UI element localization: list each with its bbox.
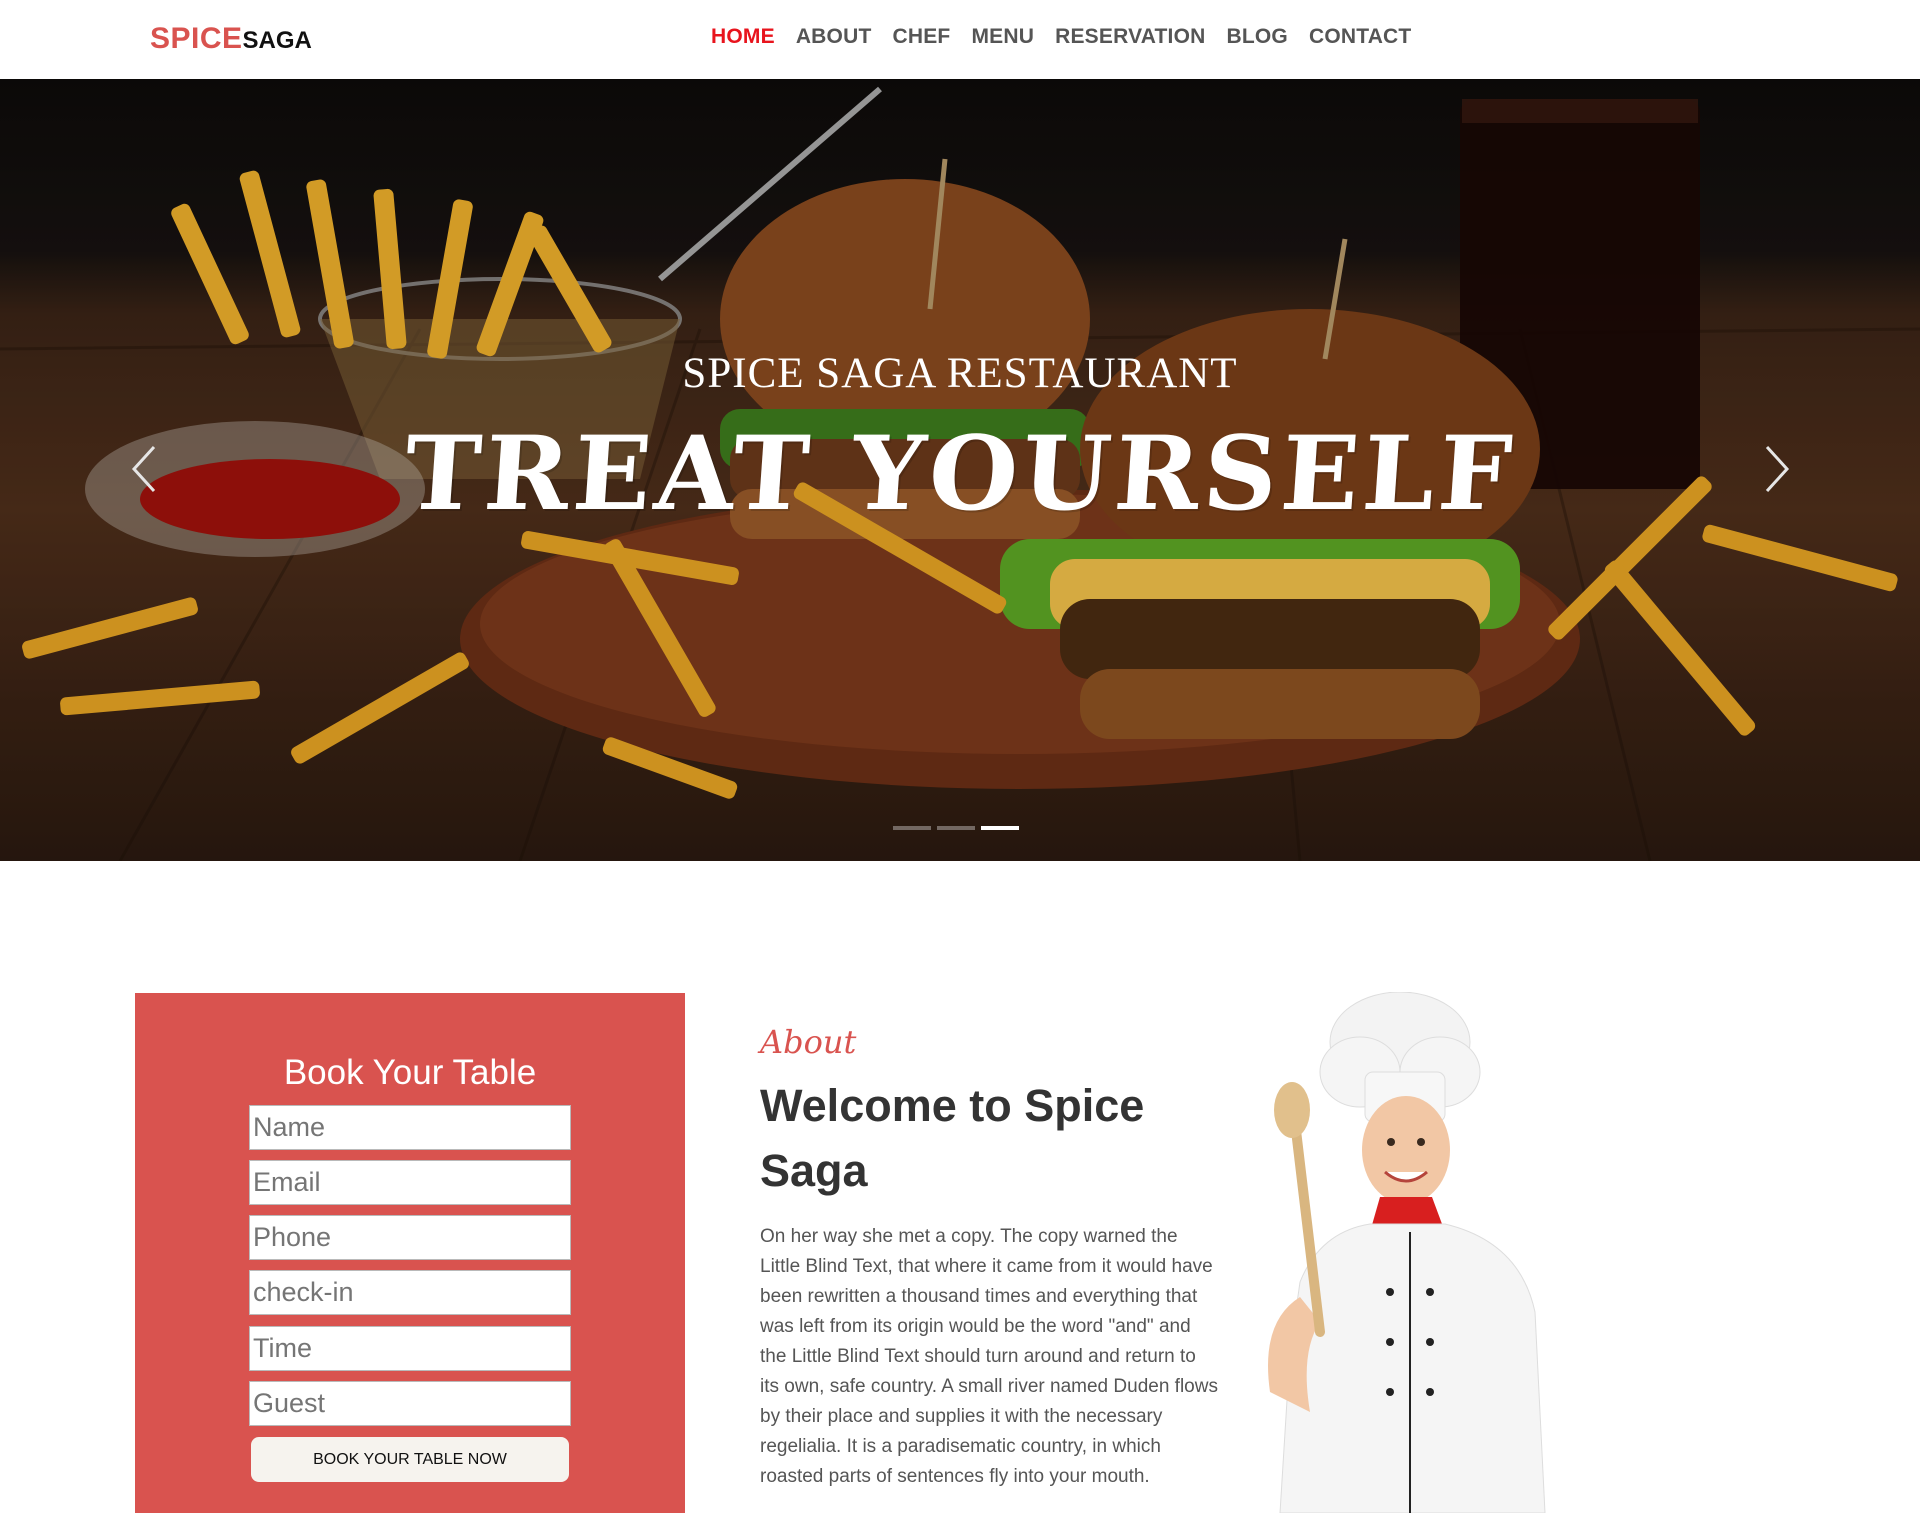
brand-logo-part1: SPICE	[150, 22, 243, 55]
hero-title: TREAT YOURSELF	[400, 414, 1520, 534]
book-table-button[interactable]: BOOK YOUR TABLE NOW	[251, 1437, 569, 1482]
checkin-field[interactable]	[249, 1270, 571, 1315]
nav-chef[interactable]: CHEF	[892, 25, 950, 49]
main-nav: HOME ABOUT CHEF MENU RESERVATION BLOG CO…	[711, 25, 1432, 49]
nav-blog[interactable]: BLOG	[1226, 25, 1287, 49]
chevron-right-icon[interactable]	[1755, 439, 1795, 499]
email-field[interactable]	[249, 1160, 571, 1205]
brand-logo[interactable]: SPICESAGA	[150, 22, 312, 56]
carousel-indicator-1[interactable]	[893, 826, 931, 830]
nav-contact[interactable]: CONTACT	[1309, 25, 1412, 49]
chef-image	[1268, 992, 1546, 1513]
brand-logo-part2: SAGA	[242, 27, 312, 54]
about-label: About	[760, 1023, 857, 1061]
chevron-left-icon[interactable]	[126, 439, 166, 499]
guest-field[interactable]	[249, 1381, 571, 1426]
hero-carousel: SPICE SAGA RESTAURANT TREAT YOURSELF	[0, 79, 1920, 861]
carousel-indicator-2[interactable]	[937, 826, 975, 830]
nav-home[interactable]: HOME	[711, 25, 775, 49]
hero-subtitle: SPICE SAGA RESTAURANT	[682, 350, 1238, 397]
time-field[interactable]	[249, 1326, 571, 1371]
about-text: On her way she met a copy. The copy warn…	[760, 1226, 1218, 1487]
booking-form: Book Your Table BOOK YOUR TABLE NOW	[135, 993, 685, 1513]
navbar: SPICESAGA HOME ABOUT CHEF MENU RESERVATI…	[0, 0, 1920, 79]
phone-field[interactable]	[249, 1215, 571, 1260]
nav-reservation[interactable]: RESERVATION	[1055, 25, 1205, 49]
nav-menu[interactable]: MENU	[971, 25, 1034, 49]
name-field[interactable]	[249, 1105, 571, 1150]
about-title: Welcome to Spice Saga	[760, 1080, 1145, 1196]
carousel-indicators	[893, 826, 1025, 830]
nav-about[interactable]: ABOUT	[796, 25, 872, 49]
carousel-indicator-3[interactable]	[981, 826, 1019, 830]
booking-title: Book Your Table	[283, 1053, 537, 1092]
